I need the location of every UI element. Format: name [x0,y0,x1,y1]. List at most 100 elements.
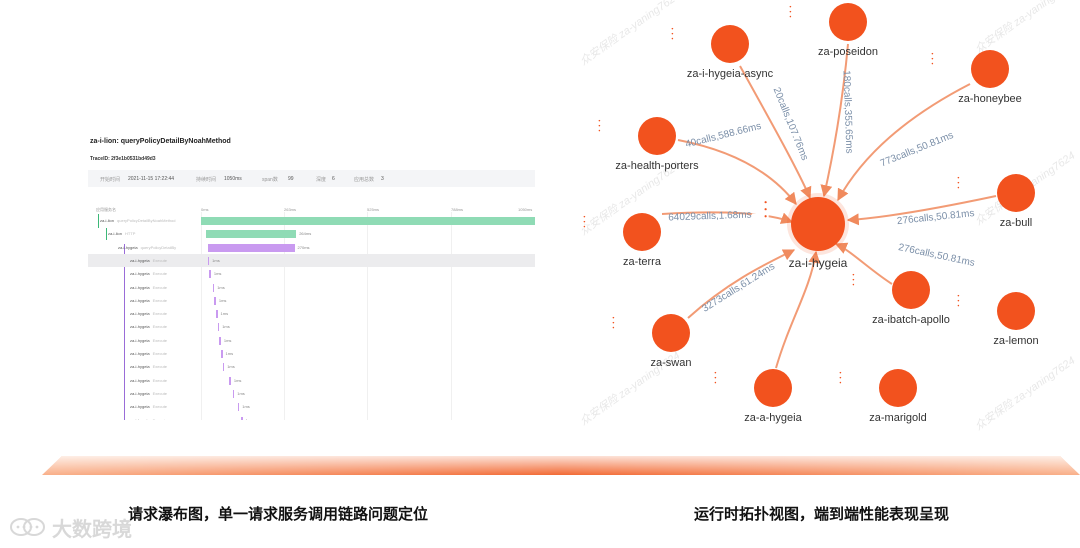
span-service-name: za-i-hygeia [130,311,150,317]
span-service-name: za-i-hygeia [130,297,150,303]
service-node[interactable]: za-marigold [828,369,968,424]
span-duration-bar[interactable] [229,376,231,385]
span-duration-bar[interactable] [201,217,535,225]
service-node-label: za-a-hygeia [744,412,802,424]
span-duration-bar[interactable] [237,403,240,412]
brand-logo: 大数跨境 [8,513,132,542]
span-row[interactable]: za-i-hygeia Execute 1ms [88,360,535,373]
service-node[interactable]: za-a-hygeia [703,369,843,424]
meta-value: 1050ms [224,176,242,182]
waterfall-title: za-i-lion: queryPolicyDetailByNoahMethod [90,138,231,145]
span-duration-label: 1ms [223,337,232,343]
span-row[interactable]: za-i-hygeia Execute 1ms [88,307,535,320]
span-duration-bar[interactable] [206,230,297,239]
service-node-label: za-marigold [869,412,927,424]
span-service-name: za-i-lion [100,218,115,223]
server-icon[interactable] [662,25,749,63]
meta-key: 持续时间 [196,177,217,183]
span-row[interactable]: za-i-lion queryPolicyDetailByNoahMethod [88,214,535,227]
logo-text: 大数跨境 [52,519,132,541]
span-service: za-i-hygeia queryPolicyDetailBy [118,245,176,250]
server-icon[interactable] [922,50,1009,88]
span-duration-bar[interactable] [212,283,215,292]
meta-value: 2021-11-15 17:22:44 [128,176,175,182]
server-icon[interactable] [589,117,676,155]
span-row[interactable]: za-i-hygeia Execute 1ms [88,414,535,421]
service-node[interactable]: za-honeybee [920,50,1060,105]
waterfall-caption: 请求瀑布图，单一请求服务调用链路问题定位 [128,506,429,523]
service-node[interactable]: za-health-porters [587,117,727,172]
meta-key: 开始时间 [100,177,121,183]
span-row[interactable]: za-i-lion HTTP 264ms [88,227,535,240]
span-operation: Execute [152,404,168,410]
service-node[interactable]: za-lemon [946,292,1080,347]
span-operation: HTTP [125,231,136,237]
server-icon[interactable] [751,197,845,251]
span-operation: Execute [152,417,168,421]
span-duration-label: 1ms [233,377,242,383]
server-icon[interactable] [705,369,792,407]
span-row[interactable]: za-i-hygeia Execute 1ms [88,400,535,413]
service-node-label: za-lemon [993,335,1039,347]
span-duration-bar[interactable] [222,363,225,372]
server-icon[interactable] [843,271,930,309]
ruler-tick: 263ms [284,207,297,212]
service-node-label: za-health-porters [615,160,699,172]
span-service-name: za-i-hygeia [130,404,150,410]
span-duration-bar[interactable] [217,323,220,332]
span-row[interactable]: za-i-hygeia Execute 1ms [88,387,535,400]
server-icon[interactable] [948,292,1035,330]
span-service-name: za-i-lion [108,231,123,237]
service-node[interactable]: za-i-hygeia-async [660,25,800,80]
span-row[interactable]: za-i-hygeia queryPolicyDetailBy 270ms [88,241,535,254]
span-row[interactable]: za-i-hygeia Execute 1ms [88,281,535,294]
span-service-name: za-i-hygeia [130,364,150,370]
server-icon[interactable] [574,213,661,251]
meta-key: span数 [262,177,278,183]
span-duration-bar[interactable] [241,416,243,420]
service-node[interactable]: za-i-hygeia [748,197,888,270]
span-service: za-i-hygeia Execute [130,364,167,369]
service-node[interactable]: za-swan [601,314,741,369]
server-icon[interactable] [780,3,867,41]
span-duration-label: 1ms [242,404,250,410]
span-duration-label: 1ms [222,324,230,330]
service-node[interactable]: za-terra [572,213,712,268]
span-row[interactable]: za-i-hygeia Execute 1ms [88,294,535,307]
server-icon[interactable] [830,369,917,407]
server-icon[interactable] [603,314,690,352]
span-operation: queryPolicyDetailByNoahMethod [117,218,176,223]
service-node-label: za-ibatch-apollo [872,314,950,326]
span-duration-bar[interactable] [219,336,221,345]
span-duration-bar[interactable] [216,310,218,319]
span-service: za-i-hygeia Execute [130,378,167,383]
server-icon[interactable] [948,174,1035,212]
service-node-label: za-poseidon [818,46,878,58]
span-operation: Execute [152,257,168,263]
span-service: za-i-hygeia Execute [130,351,167,356]
orange-divider-band [42,456,1080,475]
span-duration-label: 1ms [220,311,229,317]
span-duration-bar[interactable] [214,296,216,305]
waterfall-panel: za-i-lion: queryPolicyDetailByNoahMethod… [88,136,538,420]
span-service: za-i-hygeia Execute [130,391,167,396]
span-row[interactable]: za-i-hygeia Execute 1ms [88,334,535,347]
span-duration-bar[interactable] [209,270,211,279]
span-service-name: za-i-hygeia [130,377,150,383]
span-row[interactable]: za-i-hygeia Execute 1ms [88,253,535,267]
meta-value: 6 [332,176,335,182]
span-row[interactable]: za-i-hygeia Execute 1ms [88,347,535,360]
span-duration-bar[interactable] [207,256,210,265]
span-operation: Execute [152,364,168,370]
span-operation: Execute [152,324,168,330]
span-duration-bar[interactable] [207,243,295,252]
span-row[interactable]: za-i-hygeia Execute 1ms [88,267,535,280]
ruler-tick: 1050ms [518,207,533,212]
span-row[interactable]: za-i-hygeia Execute 1ms [88,374,535,387]
span-service-name: za-i-hygeia [130,351,150,356]
service-node[interactable]: za-bull [946,174,1080,229]
span-duration-bar[interactable] [232,389,235,398]
span-duration-bar[interactable] [221,350,223,358]
span-service: za-i-hygeia Execute [130,324,167,329]
span-row[interactable]: za-i-hygeia Execute 1ms [88,320,535,333]
